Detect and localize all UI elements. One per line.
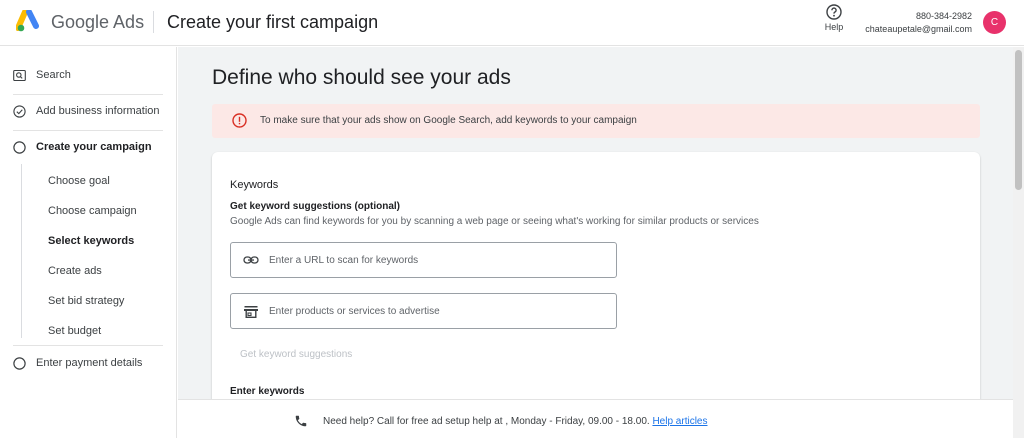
store-icon <box>244 306 258 318</box>
top-bar: Google Ads Create your first campaign He… <box>0 0 1024 46</box>
page-title: Create your first campaign <box>167 12 379 32</box>
phone-icon <box>295 415 307 427</box>
sidebar-divider <box>13 345 163 346</box>
check-circle-icon <box>13 104 26 118</box>
sidebar-divider <box>13 130 163 131</box>
search-icon <box>13 69 26 81</box>
error-icon <box>232 113 247 128</box>
get-suggestions-button[interactable]: Get keyword suggestions <box>240 349 352 360</box>
sidebar-subitem-set-bid-strategy[interactable]: Set bid strategy <box>48 295 124 307</box>
url-field[interactable] <box>230 242 617 278</box>
sidebar-item-search[interactable]: Search <box>13 65 71 85</box>
url-input[interactable] <box>269 252 599 268</box>
header-divider <box>153 11 154 33</box>
step-connector-line <box>21 164 22 338</box>
google-ads-logo-icon[interactable] <box>15 9 42 39</box>
suggestions-description: Google Ads can find keywords for you by … <box>230 216 759 227</box>
sidebar-subitem-select-keywords[interactable]: Select keywords <box>48 235 134 247</box>
sidebar-item-label: Enter payment details <box>36 357 143 369</box>
enter-keywords-heading: Enter keywords <box>230 386 305 397</box>
circle-icon <box>13 356 26 370</box>
help-articles-link[interactable]: Help articles <box>652 416 707 427</box>
help-footer: Need help? Call for free ad setup help a… <box>178 399 1013 438</box>
account-email: chateaupetale@gmail.com <box>865 24 972 34</box>
main-content: Define who should see your ads To make s… <box>178 47 1013 399</box>
account-phone: 880-384-2982 <box>915 11 972 21</box>
scrollbar-thumb[interactable] <box>1015 50 1022 190</box>
sidebar-item-payment[interactable]: Enter payment details <box>13 353 142 373</box>
sidebar: Search Add business information Create y… <box>0 47 177 438</box>
footer-help-text: Need help? Call for free ad setup help a… <box>323 416 650 427</box>
page-scrollbar[interactable] <box>1013 47 1024 438</box>
sidebar-item-label: Search <box>36 69 71 81</box>
sidebar-item-add-business[interactable]: Add business information <box>13 101 160 121</box>
keywords-card: Keywords Get keyword suggestions (option… <box>212 152 980 399</box>
help-icon <box>826 4 842 20</box>
footer-text: Need help? Call for free ad setup help a… <box>323 416 707 427</box>
products-input[interactable] <box>269 303 599 319</box>
sidebar-subitem-choose-goal[interactable]: Choose goal <box>48 175 110 187</box>
link-icon <box>243 256 259 264</box>
keyword-alert-banner: To make sure that your ads show on Googl… <box>212 104 980 138</box>
sidebar-subitem-set-budget[interactable]: Set budget <box>48 325 101 337</box>
alert-text: To make sure that your ads show on Googl… <box>260 115 637 126</box>
sidebar-item-label: Add business information <box>36 105 160 117</box>
avatar[interactable]: C <box>983 11 1006 34</box>
sidebar-item-label: Create your campaign <box>36 141 152 153</box>
section-title: Define who should see your ads <box>212 66 511 89</box>
account-info[interactable]: 880-384-2982 chateaupetale@gmail.com <box>865 10 972 36</box>
keywords-heading: Keywords <box>230 179 279 191</box>
sidebar-subitem-choose-campaign[interactable]: Choose campaign <box>48 205 137 217</box>
sidebar-item-create-campaign[interactable]: Create your campaign <box>13 137 152 157</box>
help-button[interactable]: Help <box>820 4 848 32</box>
suggestions-heading: Get keyword suggestions (optional) <box>230 201 401 212</box>
sidebar-subitem-create-ads[interactable]: Create ads <box>48 265 102 277</box>
products-field[interactable] <box>230 293 617 329</box>
help-label: Help <box>824 22 844 32</box>
circle-icon <box>13 140 26 154</box>
sidebar-divider <box>13 94 163 95</box>
brand-name: Google Ads <box>51 12 145 32</box>
